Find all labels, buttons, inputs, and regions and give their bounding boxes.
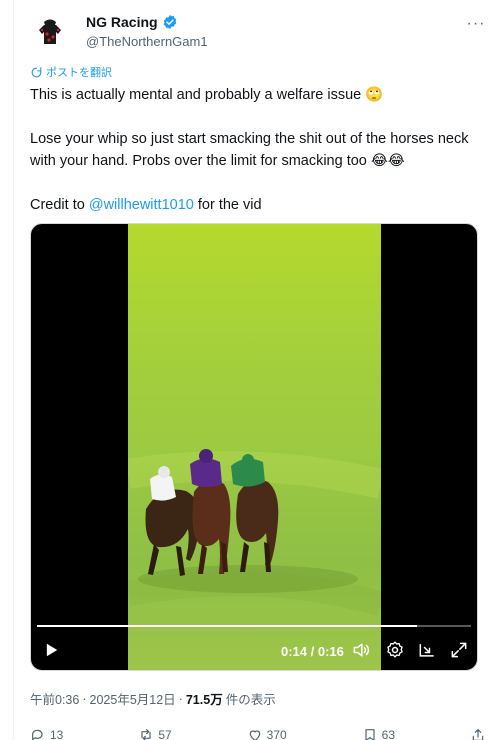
bookmark-count: 63 [381,728,396,740]
repost-count: 57 [158,728,172,740]
tweet-header: NG Racing @TheNorthernGam1 ··· [30,12,486,52]
mention-link[interactable]: @willhewitt1010 [89,197,194,213]
video-progress-fill [37,625,417,627]
video-controls: 0:14 / 0:16 [31,636,477,666]
like-button[interactable]: 370 [247,728,287,740]
author-name-row[interactable]: NG Racing [86,14,178,30]
bookmark-button[interactable]: 63 [362,728,395,740]
translate-post-link[interactable]: ポストを翻訳 [30,64,112,80]
author-handle[interactable]: @TheNorthernGam1 [86,34,208,49]
picture-in-picture-icon[interactable] [417,640,437,660]
tweet-line-2: Lose your whip so just start smacking th… [30,131,469,169]
translate-label[interactable]: ポストを翻訳 [46,64,112,80]
more-options-button[interactable]: ··· [466,14,486,34]
play-icon[interactable] [41,640,61,660]
reply-button[interactable]: 13 [30,728,63,740]
post-date[interactable]: 2025年5月12日 [90,689,176,708]
reply-icon [32,729,43,740]
credit-prefix: Credit to [30,197,89,213]
video-progress-track[interactable] [37,625,471,627]
bookmark-icon [365,729,375,740]
share-icon [472,729,484,740]
video-time: 0:14 / 0:16 [281,644,344,659]
author-display-name[interactable]: NG Racing [86,14,158,30]
meta-separator: · [82,691,87,706]
translate-icon [31,66,42,77]
credit-suffix: for the vid [193,197,262,213]
video-frame[interactable] [128,224,381,670]
video-player[interactable]: 0:14 / 0:16 [30,223,478,671]
more-icon: ··· [466,15,486,32]
tweet-text: This is actually mental and probably a w… [30,84,480,216]
verified-badge-icon [163,15,176,29]
repost-icon [141,729,151,740]
views-count: 71.5万 [185,693,223,707]
repost-button[interactable]: 57 [138,728,172,740]
avatar[interactable] [30,12,70,52]
views-label: 件の表示 [225,693,276,707]
heart-icon [249,730,260,740]
tweet-card: NG Racing @TheNorthernGam1 ··· ポストを翻訳 Th… [13,0,501,740]
reply-count: 13 [50,728,64,740]
post-time[interactable]: 午前0:36 [30,689,79,708]
racehorses-image [128,449,381,617]
fullscreen-icon[interactable] [449,640,469,660]
like-count: 370 [266,728,287,740]
racing-silks-avatar-icon [30,12,70,52]
settings-icon[interactable] [385,640,405,660]
tweet-line-3: Credit to @willhewitt1010 for the vid [30,194,480,216]
volume-icon[interactable] [351,640,371,660]
meta-separator: · [178,691,183,706]
tweet-line-1: This is actually mental and probably a w… [30,87,384,103]
tweet-actions: 13 57 370 63 [30,728,486,740]
tweet-meta: 午前0:36 · 2025年5月12日 · 71.5万 件の表示 [30,689,276,708]
share-button[interactable] [470,728,486,740]
